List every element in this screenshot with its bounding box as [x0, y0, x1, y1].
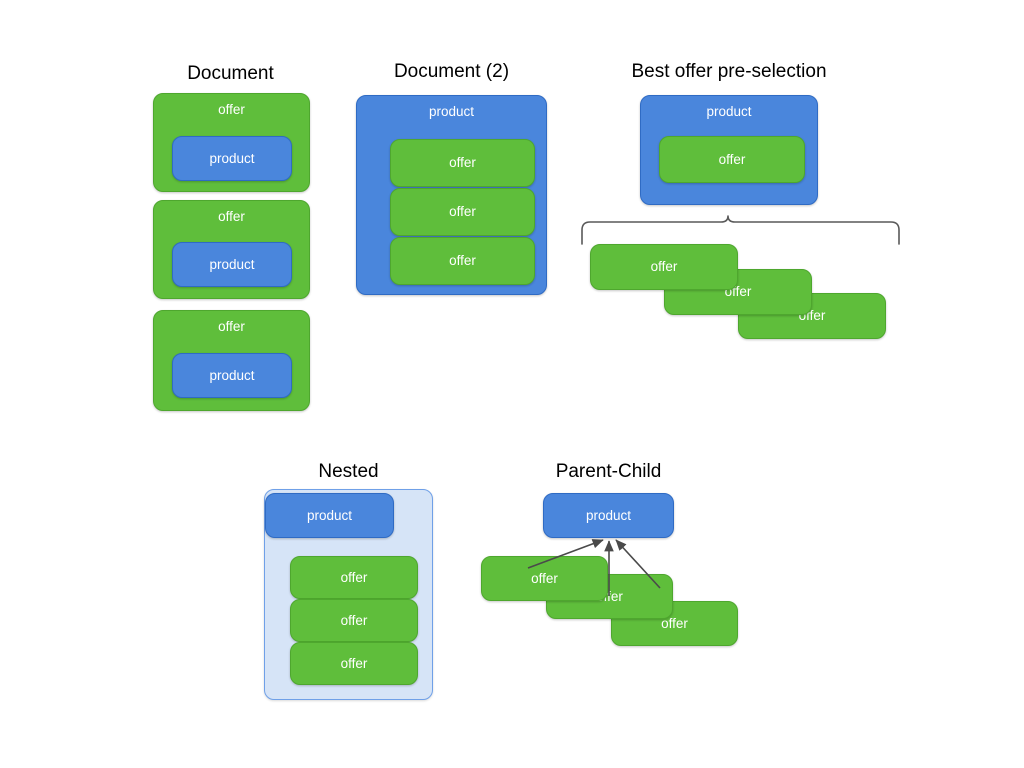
parent-child-arrow-1	[527, 539, 604, 569]
parent-child-product-box[interactable]: product	[543, 493, 674, 538]
diagram-canvas: Document offer product offer product off…	[0, 0, 1024, 768]
parent-child-arrow-3	[615, 539, 661, 589]
parent-child-product-label: product	[585, 507, 632, 523]
parent-child-arrows	[527, 539, 661, 596]
